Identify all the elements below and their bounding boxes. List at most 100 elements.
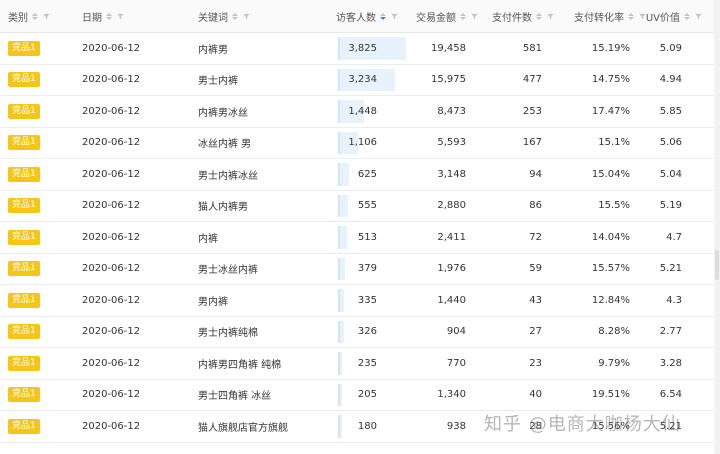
sort-icon[interactable] [460, 12, 466, 20]
sort-icon[interactable] [684, 12, 690, 20]
visitors-value: 1,106 [348, 137, 377, 149]
qty-cell: 581 [522, 42, 542, 54]
header-amount[interactable]: 交易金额 [406, 0, 486, 32]
category-badge: 竞品1 [8, 355, 40, 371]
sort-icon[interactable] [106, 12, 112, 20]
header-qty[interactable]: 支付件数 [486, 0, 562, 32]
header-label: 关键词 [198, 12, 228, 24]
table-row[interactable]: 竞品1 2020-06-12 内裤男 3,825 19,458 581 15.19% 5.09 [0, 33, 714, 65]
sort-icon[interactable] [628, 12, 634, 20]
table-row[interactable]: 竞品1 2020-06-12 猫人内裤男 555 2,880 86 15.5% 5.19 [0, 191, 714, 222]
category-badge: 竞品1 [8, 72, 40, 88]
table-row[interactable]: 竞品1 2020-06-12 男士内裤冰丝 625 3,148 94 15.04% 5.04 [0, 159, 714, 191]
qty-cell: 43 [529, 294, 542, 306]
keyword-cell: 内裤 [198, 233, 218, 245]
keyword-cell: 内裤男 [198, 44, 228, 56]
amount-cell: 8,473 [437, 105, 466, 117]
table-row[interactable]: 竞品1 2020-06-12 内裤男四角裤 纯棉 235 770 23 9.79% 3.28 [0, 348, 714, 380]
filter-icon[interactable] [695, 13, 702, 20]
sort-icon[interactable] [536, 12, 542, 20]
sort-icon[interactable] [232, 12, 238, 20]
filter-icon[interactable] [43, 13, 50, 20]
category-cell: 竞品1 [8, 348, 82, 379]
amount-cell: 938 [446, 420, 466, 432]
visitors-value: 1,448 [348, 105, 377, 117]
category-badge: 竞品1 [8, 387, 40, 403]
header-conversion-rate[interactable]: 支付转化率 [562, 0, 654, 32]
sort-icon[interactable] [32, 12, 38, 20]
category-badge: 竞品1 [8, 324, 40, 340]
table-row[interactable]: 竞品1 2020-06-12 内裤 513 2,411 72 14.04% 4.7 [0, 222, 714, 254]
conversion-rate-cell: 14.04% [591, 231, 630, 243]
header-visitors[interactable]: 访客人数 [336, 0, 406, 32]
header-date[interactable]: 日期 [82, 0, 198, 32]
scrollbar-thumb[interactable] [715, 250, 719, 280]
amount-cell: 2,411 [437, 231, 466, 243]
visitors-value: 326 [357, 326, 377, 338]
date-cell: 2020-06-12 [82, 168, 141, 180]
header-label: UV价值 [645, 12, 680, 24]
visitors-cell: 625 [338, 159, 406, 190]
filter-icon[interactable] [547, 13, 554, 20]
visitors-cell: 335 [338, 285, 406, 316]
visitors-cell: 326 [338, 317, 406, 348]
table-body: 竞品1 2020-06-12 内裤男 3,825 19,458 581 15.19% 5.09… [0, 33, 714, 443]
visitors-value: 235 [357, 357, 377, 369]
header-category[interactable]: 类别 [8, 0, 82, 32]
category-badge: 竞品1 [8, 198, 40, 214]
conversion-rate-cell: 15.19% [591, 42, 630, 54]
visitors-value: 180 [357, 420, 377, 432]
sort-icon[interactable] [380, 12, 386, 20]
amount-cell: 2,880 [437, 200, 466, 212]
category-cell: 竞品1 [8, 222, 82, 253]
visitors-value: 3,825 [348, 42, 377, 54]
filter-icon[interactable] [391, 13, 398, 20]
visitors-value: 205 [357, 389, 377, 401]
uv-value-cell: 3.28 [659, 357, 682, 369]
table-row[interactable]: 竞品1 2020-06-12 冰丝内裤 男 1,106 5,593 167 15.1% 5.0… [0, 128, 714, 159]
qty-cell: 477 [522, 74, 542, 86]
amount-cell: 1,440 [437, 294, 466, 306]
uv-value-cell: 5.19 [659, 200, 682, 212]
header-keyword[interactable]: 关键词 [198, 0, 338, 32]
category-cell: 竞品1 [8, 33, 82, 64]
conversion-rate-cell: 15.57% [591, 263, 630, 275]
category-cell: 竞品1 [8, 96, 82, 127]
keyword-cell: 男士内裤 [198, 76, 238, 88]
keyword-data-table: 类别 日期 关键词 访客人数 交易金额 支付件数 支付转化率 UV价值 竞品1 2020-06-… [0, 0, 714, 443]
category-badge: 竞品1 [8, 229, 40, 245]
filter-icon[interactable] [243, 13, 250, 20]
table-row[interactable]: 竞品1 2020-06-12 男士冰丝内裤 379 1,976 59 15.57% 5.21 [0, 254, 714, 285]
conversion-rate-cell: 17.47% [591, 105, 630, 117]
table-row[interactable]: 竞品1 2020-06-12 内裤男冰丝 1,448 8,473 253 17.47% 5.8… [0, 96, 714, 128]
amount-cell: 3,148 [437, 168, 466, 180]
date-cell: 2020-06-12 [82, 294, 141, 306]
category-badge: 竞品1 [8, 166, 40, 182]
amount-cell: 770 [446, 357, 466, 369]
keyword-cell: 内裤男四角裤 纯棉 [198, 359, 282, 371]
category-badge: 竞品1 [8, 261, 40, 277]
vertical-scrollbar[interactable] [714, 0, 720, 454]
header-uv-value[interactable]: UV价值 [646, 0, 710, 32]
category-cell: 竞品1 [8, 411, 82, 442]
visitors-value: 379 [357, 263, 377, 275]
table-row[interactable]: 竞品1 2020-06-12 男士内裤纯棉 326 904 27 8.28% 2.77 [0, 317, 714, 348]
keyword-cell: 男士冰丝内裤 [198, 265, 258, 277]
table-row[interactable]: 竞品1 2020-06-12 男士内裤 3,234 15,975 477 14.75% 4.9… [0, 65, 714, 96]
table-row[interactable]: 竞品1 2020-06-12 男士四角裤 冰丝 205 1,340 40 19.51% 6.5… [0, 380, 714, 411]
filter-icon[interactable] [471, 13, 478, 20]
watermark-text: 知乎 @电商大咖杨大仙 [484, 414, 681, 435]
date-cell: 2020-06-12 [82, 42, 141, 54]
table-header: 类别 日期 关键词 访客人数 交易金额 支付件数 支付转化率 UV价值 [0, 0, 714, 33]
visitors-cell: 1,448 [338, 96, 406, 127]
filter-icon[interactable] [117, 13, 124, 20]
amount-cell: 19,458 [431, 42, 466, 54]
visitors-cell: 379 [338, 254, 406, 285]
visitors-cell: 1,106 [338, 128, 406, 159]
table-row[interactable]: 竞品1 2020-06-12 男内裤 335 1,440 43 12.84% 4.3 [0, 285, 714, 317]
date-cell: 2020-06-12 [82, 231, 141, 243]
keyword-cell: 男内裤 [198, 296, 228, 308]
date-cell: 2020-06-12 [82, 263, 141, 275]
uv-value-cell: 5.04 [659, 168, 682, 180]
qty-cell: 23 [529, 357, 542, 369]
